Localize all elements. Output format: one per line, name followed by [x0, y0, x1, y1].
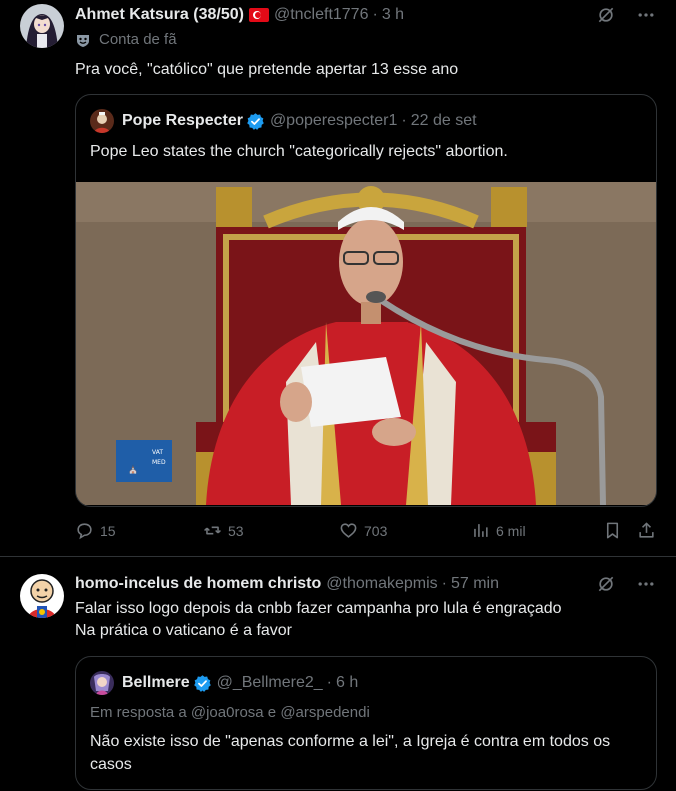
post-text: Pra você, "católico" que pretende aperta… [75, 61, 459, 78]
views-button[interactable]: 6 mil [471, 521, 526, 540]
fan-badge-icon [77, 34, 89, 47]
separator-dot: · [326, 674, 332, 691]
like-button[interactable]: 703 [339, 521, 387, 540]
quoted-post-text: Não existe isso de "apenas conforme a le… [90, 733, 611, 773]
svg-text:⛪: ⛪ [128, 464, 138, 474]
turkey-flag-icon [248, 8, 269, 22]
post-top-actions [596, 5, 656, 25]
separator-dot: · [401, 112, 407, 129]
avatar[interactable] [20, 4, 64, 48]
timeline-feed: Ahmet Katsura (38/50) @tncleft1776 · 3 h [0, 0, 676, 791]
post-top-actions [596, 574, 656, 594]
author-name[interactable]: Ahmet Katsura (38/50) [75, 5, 244, 25]
bookmark-button[interactable] [603, 521, 622, 540]
fan-badge[interactable]: Conta de fã [75, 31, 177, 48]
share-icon [639, 522, 654, 538]
post-header: homo-incelus de homem christo @thomakepm… [75, 574, 606, 594]
verified-icon [193, 674, 211, 692]
quoted-post[interactable]: Pope Respecter @poperespecter1 · 22 de s… [75, 94, 657, 507]
post-text-line: Falar isso logo depois da cnbb fazer cam… [75, 600, 562, 617]
author-handle[interactable]: @thomakepmis [326, 574, 437, 594]
post[interactable]: homo-incelus de homem christo @thomakepm… [0, 558, 676, 791]
post-time[interactable]: 57 min [451, 574, 499, 594]
quoted-post-text: Pope Leo states the church "categoricall… [90, 143, 508, 160]
more-icon[interactable] [636, 5, 656, 25]
verified-icon [247, 112, 264, 130]
grok-icon[interactable] [596, 574, 616, 594]
quoted-post-header: Bellmere @_Bellmere2_ · 6 h [90, 671, 358, 695]
quoted-avatar [90, 671, 114, 695]
author-name[interactable]: homo-incelus de homem christo [75, 574, 321, 594]
more-icon[interactable] [636, 574, 656, 594]
quoted-author-handle: @_Bellmere2_ [216, 674, 323, 691]
quoted-post-time: 22 de set [410, 112, 477, 129]
share-button[interactable] [637, 521, 656, 540]
separator-dot: · [441, 575, 447, 592]
post-actions-bar: 15 53 703 6 mil [75, 521, 656, 545]
svg-text:MED: MED [152, 459, 166, 466]
post-time[interactable]: 3 h [382, 5, 404, 25]
fan-badge-label: Conta de fã [99, 31, 177, 48]
reply-button[interactable]: 15 [75, 521, 116, 540]
quoted-author-handle: @poperespecter1 [269, 112, 398, 129]
quoted-author-name: Pope Respecter [122, 112, 243, 129]
repost-icon [204, 526, 221, 535]
quoted-post-time: 6 h [336, 674, 359, 691]
avatar[interactable] [20, 574, 64, 618]
reply-to-label: Em resposta a @joa0rosa e @arspedendi [90, 704, 370, 721]
quoted-post-header: Pope Respecter @poperespecter1 · 22 de s… [90, 109, 477, 133]
views-count: 6 mil [496, 522, 526, 539]
views-icon [474, 524, 488, 537]
post[interactable]: Ahmet Katsura (38/50) @tncleft1776 · 3 h [0, 0, 676, 557]
post-text-line: Na prática o vaticano é a favor [75, 622, 293, 639]
repost-count: 53 [228, 522, 244, 539]
post-text: Falar isso logo depois da cnbb fazer cam… [75, 598, 656, 642]
reply-icon [77, 523, 92, 540]
quoted-author-name: Bellmere [122, 674, 190, 691]
quoted-avatar [90, 109, 114, 133]
svg-text:VAT: VAT [152, 449, 163, 456]
quoted-post[interactable]: Bellmere @_Bellmere2_ · 6 h Em resposta … [75, 656, 657, 790]
bookmark-icon [606, 522, 619, 539]
quoted-post-video[interactable]: ⛪ VAT MED [76, 182, 656, 505]
repost-button[interactable]: 53 [203, 521, 244, 540]
separator-dot: · [372, 6, 378, 23]
reply-count: 15 [100, 522, 116, 539]
post-header: Ahmet Katsura (38/50) @tncleft1776 · 3 h [75, 5, 606, 25]
grok-icon[interactable] [596, 5, 616, 25]
like-icon [340, 523, 357, 538]
author-handle[interactable]: @tncleft1776 [274, 5, 369, 25]
like-count: 703 [364, 522, 388, 539]
